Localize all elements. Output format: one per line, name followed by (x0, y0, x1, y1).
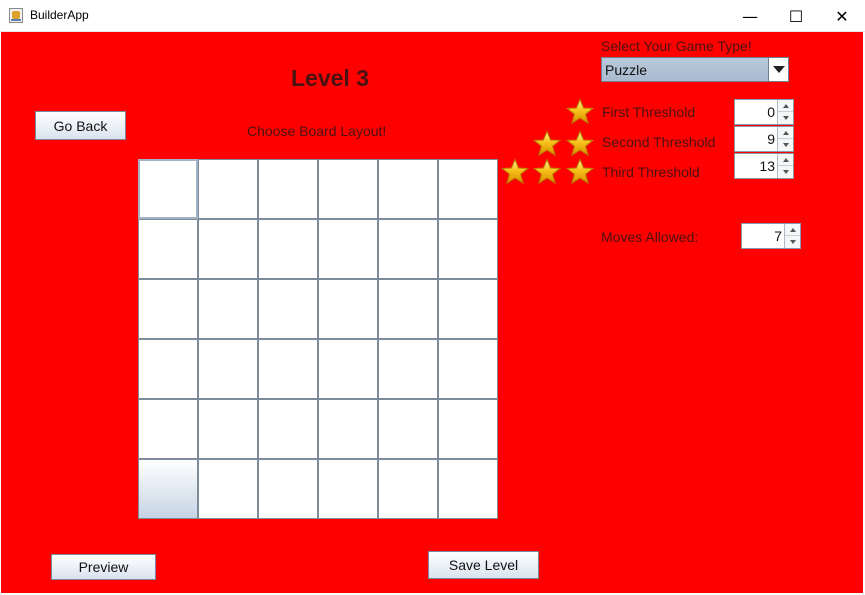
game-type-select[interactable]: Puzzle (601, 57, 789, 82)
moves-allowed-spinner[interactable]: 7 (741, 223, 801, 249)
maximize-icon: ☐ (788, 6, 804, 26)
board-cell[interactable] (378, 159, 438, 219)
board-cell[interactable] (318, 459, 378, 519)
third-threshold-star-icon (566, 159, 594, 184)
spinner-down-icon[interactable] (778, 166, 793, 178)
spinner-down-icon[interactable] (778, 139, 793, 151)
board-cell[interactable] (138, 219, 198, 279)
board-cell[interactable] (138, 339, 198, 399)
board-cell[interactable] (378, 459, 438, 519)
board-cell[interactable] (198, 279, 258, 339)
go-back-button[interactable]: Go Back (35, 111, 126, 140)
first-threshold-spinner[interactable]: 0 (734, 99, 794, 125)
second-threshold-label: Second Threshold (602, 134, 716, 150)
save-level-button[interactable]: Save Level (428, 551, 539, 579)
third-threshold-spinner[interactable]: 13 (734, 153, 794, 179)
board-cell[interactable] (438, 219, 498, 279)
minimize-icon: — (742, 6, 758, 26)
minimize-button[interactable]: — (727, 0, 773, 32)
board-cell[interactable] (198, 459, 258, 519)
board-cell[interactable] (198, 159, 258, 219)
first-threshold-value[interactable]: 0 (767, 104, 775, 120)
java-app-icon (9, 8, 23, 23)
spinner-arrows (777, 100, 793, 124)
maximize-button[interactable]: ☐ (773, 0, 819, 32)
builder-panel: Level 3 Go Back Choose Board Layout! Sel… (1, 32, 863, 593)
third-threshold-star-icon (501, 159, 529, 184)
board-cell[interactable] (258, 339, 318, 399)
board-layout-label: Choose Board Layout! (247, 123, 387, 139)
game-type-selected-value: Puzzle (605, 62, 648, 78)
board-cell[interactable] (378, 339, 438, 399)
board-cell[interactable] (258, 159, 318, 219)
spinner-up-icon[interactable] (778, 127, 793, 139)
spinner-arrows (777, 154, 793, 178)
spinner-arrows (777, 127, 793, 151)
third-threshold-label: Third Threshold (602, 164, 700, 180)
spinner-up-icon[interactable] (778, 100, 793, 112)
moves-allowed-label: Moves Allowed: (601, 229, 699, 245)
third-threshold-value[interactable]: 13 (759, 158, 775, 174)
board-cell[interactable] (318, 399, 378, 459)
chevron-down-icon[interactable] (768, 58, 788, 81)
second-threshold-star-icon (533, 131, 561, 156)
board-grid (138, 159, 498, 519)
board-cell[interactable] (378, 279, 438, 339)
close-icon: ✕ (835, 6, 849, 26)
spinner-up-icon[interactable] (785, 224, 800, 236)
board-cell[interactable] (258, 279, 318, 339)
spinner-up-icon[interactable] (778, 154, 793, 166)
board-cell[interactable] (438, 159, 498, 219)
board-cell[interactable] (318, 279, 378, 339)
board-cell[interactable] (318, 339, 378, 399)
board-cell[interactable] (378, 399, 438, 459)
board-cell[interactable] (198, 339, 258, 399)
board-cell[interactable] (258, 399, 318, 459)
board-cell[interactable] (138, 399, 198, 459)
first-threshold-label: First Threshold (602, 104, 696, 120)
window-titlebar: BuilderApp — ☐ ✕ (0, 0, 865, 32)
first-threshold-star-icon (566, 99, 594, 124)
board-cell[interactable] (438, 339, 498, 399)
moves-allowed-value[interactable]: 7 (774, 228, 782, 244)
board-cell[interactable] (318, 219, 378, 279)
second-threshold-star-icon (566, 131, 594, 156)
level-title: Level 3 (291, 65, 369, 91)
board-cell[interactable] (138, 159, 198, 219)
board-cell[interactable] (318, 159, 378, 219)
board-cell[interactable] (438, 279, 498, 339)
close-button[interactable]: ✕ (819, 0, 865, 32)
board-cell[interactable] (198, 219, 258, 279)
board-cell[interactable] (138, 459, 198, 519)
board-cell[interactable] (438, 459, 498, 519)
board-cell[interactable] (138, 279, 198, 339)
board-cell[interactable] (198, 399, 258, 459)
game-type-label: Select Your Game Type! (601, 38, 752, 54)
preview-button[interactable]: Preview (51, 554, 156, 580)
spinner-arrows (784, 224, 800, 248)
second-threshold-value[interactable]: 9 (767, 131, 775, 147)
spinner-down-icon[interactable] (778, 112, 793, 124)
second-threshold-spinner[interactable]: 9 (734, 126, 794, 152)
board-cell[interactable] (438, 399, 498, 459)
board-cell[interactable] (258, 219, 318, 279)
board-cell[interactable] (258, 459, 318, 519)
third-threshold-star-icon (533, 159, 561, 184)
window-title: BuilderApp (30, 8, 89, 22)
board-cell[interactable] (378, 219, 438, 279)
spinner-down-icon[interactable] (785, 236, 800, 248)
